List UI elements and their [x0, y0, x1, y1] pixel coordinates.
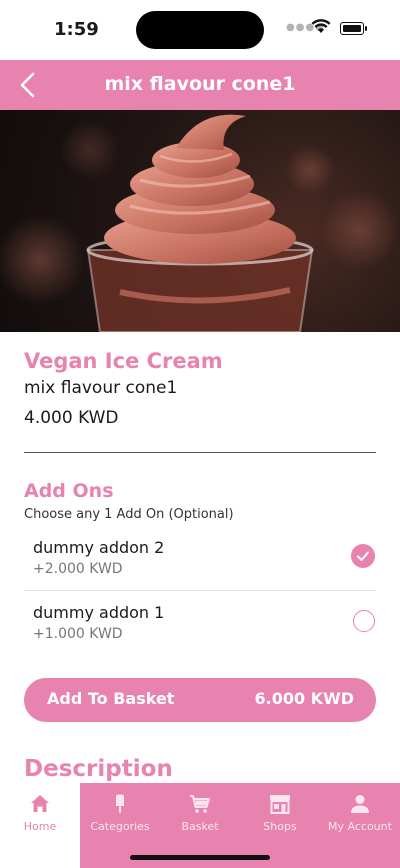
status-bar: 1:59 ●●●● — [0, 0, 400, 60]
tab-label: My Account — [328, 820, 392, 833]
tab-label: Home — [23, 820, 57, 833]
addons-subtitle: Choose any 1 Add On (Optional) — [24, 507, 234, 522]
user-icon — [351, 795, 369, 813]
addon-name: dummy addon 2 — [33, 538, 165, 557]
description-heading: Description — [24, 756, 173, 782]
addon-price: +1.000 KWD — [33, 626, 123, 642]
basket-total: 6.000 KWD — [254, 689, 354, 708]
tab-label: Categories — [90, 820, 150, 833]
wifi-icon — [311, 19, 331, 33]
tab-label: Shops — [263, 820, 297, 833]
status-time: 1:59 — [54, 19, 99, 40]
dynamic-island — [136, 11, 264, 49]
ice-cream-icon — [116, 794, 124, 813]
radio-icon[interactable] — [353, 610, 375, 632]
add-to-basket-button[interactable]: Add To Basket 6.000 KWD — [24, 678, 376, 722]
addon-option[interactable]: dummy addon 2 +2.000 KWD — [24, 530, 376, 592]
divider — [24, 452, 376, 453]
addons-heading: Add Ons — [24, 480, 114, 502]
home-indicator — [130, 855, 270, 860]
home-icon — [31, 795, 49, 812]
tab-my-account[interactable]: My Account — [320, 783, 400, 868]
product-price: 4.000 KWD — [24, 408, 119, 428]
addon-option[interactable]: dummy addon 1 +1.000 KWD — [24, 595, 376, 657]
product-image — [0, 110, 400, 332]
addon-price: +2.000 KWD — [33, 561, 123, 577]
product-name: mix flavour cone1 — [24, 378, 178, 398]
addon-name: dummy addon 1 — [33, 603, 165, 622]
product-category: Vegan Ice Cream — [24, 349, 223, 373]
checked-radio-icon[interactable] — [351, 544, 375, 568]
cart-icon — [190, 795, 210, 813]
add-to-basket-label: Add To Basket — [47, 689, 175, 708]
top-app-bar: mix flavour cone1 — [0, 60, 400, 110]
tab-home[interactable]: Home — [0, 783, 80, 868]
battery-icon — [340, 22, 367, 35]
page-title: mix flavour cone1 — [104, 73, 296, 95]
shop-icon — [270, 795, 290, 814]
tab-label: Basket — [181, 820, 219, 833]
divider — [24, 590, 376, 591]
